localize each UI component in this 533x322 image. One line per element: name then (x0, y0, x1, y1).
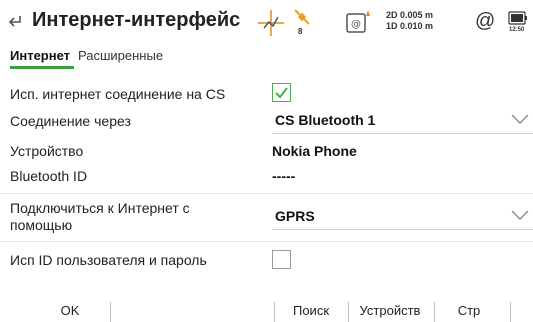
divider (0, 193, 533, 194)
button-separator (348, 302, 349, 322)
connection-dropdown[interactable]: CS Bluetooth 1 (272, 106, 533, 134)
connection-label: Соединение через (10, 113, 131, 129)
device-value: Nokia Phone (272, 143, 357, 159)
use-cs-row: Исп. интернет соединение на CS (10, 82, 530, 106)
back-icon[interactable] (8, 13, 26, 31)
svg-text:@: @ (351, 19, 361, 30)
precision-readout: 2D 0.005 m 1D 0.010 m (386, 10, 433, 32)
connect-via-dropdown[interactable]: GPRS (272, 202, 533, 230)
title-bar: Интернет-интерфейс 8 @ 2D 0.005 m 1D 0.0… (0, 0, 533, 44)
use-cs-label: Исп. интернет соединение на CS (10, 86, 226, 102)
connection-value: CS Bluetooth 1 (275, 112, 376, 128)
satellite-count: 8 (298, 27, 303, 36)
chevron-down-icon (511, 114, 529, 124)
device-status-icon[interactable]: @ (344, 8, 374, 36)
connect-via-value: GPRS (275, 208, 315, 224)
gps-icon[interactable] (256, 8, 286, 38)
button-separator (510, 302, 511, 322)
use-cs-checkbox[interactable] (272, 83, 291, 102)
connection-row: Соединение через CS Bluetooth 1 (10, 106, 533, 136)
button-separator (274, 302, 275, 322)
satellite-icon[interactable] (292, 7, 314, 27)
connect-via-label-line1: Подключиться к Интернет с (10, 200, 190, 216)
active-tab-indicator (10, 66, 74, 69)
precision-1d: 1D 0.010 m (386, 21, 434, 31)
userid-label: Исп ID пользователя и пароль (10, 252, 207, 268)
at-icon[interactable]: @ (475, 10, 495, 33)
button-separator (434, 302, 435, 322)
divider (0, 241, 533, 242)
clock-time: 12:50 (509, 27, 525, 33)
userid-row: Исп ID пользователя и пароль (10, 248, 530, 272)
bluetooth-label: Bluetooth ID (10, 168, 88, 184)
precision-2d: 2D 0.005 m (386, 10, 434, 20)
search-button[interactable]: Поиск (276, 298, 346, 322)
device-row: Устройство Nokia Phone (10, 140, 530, 162)
connect-via-label-line2: помощью (10, 217, 73, 233)
chevron-down-icon (511, 210, 529, 220)
tab-advanced[interactable]: Расширенные (78, 48, 163, 63)
tab-internet[interactable]: Интернет (10, 48, 70, 63)
connect-via-row: Подключиться к Интернет с помощью GPRS (10, 198, 533, 238)
button-bar: OK Поиск Устройств Стр (0, 298, 533, 322)
check-icon (275, 87, 288, 99)
status-area: 8 @ 2D 0.005 m 1D 0.010 m @ 12:50 (256, 6, 533, 40)
page-button[interactable]: Стр (436, 298, 502, 322)
bluetooth-value: ----- (272, 168, 296, 184)
bluetooth-row: Bluetooth ID ----- (10, 165, 530, 187)
device-label: Устройство (10, 143, 84, 159)
connect-via-label: Подключиться к Интернет с помощью (10, 200, 190, 234)
devices-button[interactable]: Устройств (350, 298, 430, 322)
ok-button[interactable]: OK (30, 298, 110, 322)
button-separator (110, 302, 111, 322)
userid-checkbox[interactable] (272, 250, 291, 269)
page-title: Интернет-интерфейс (32, 9, 241, 31)
